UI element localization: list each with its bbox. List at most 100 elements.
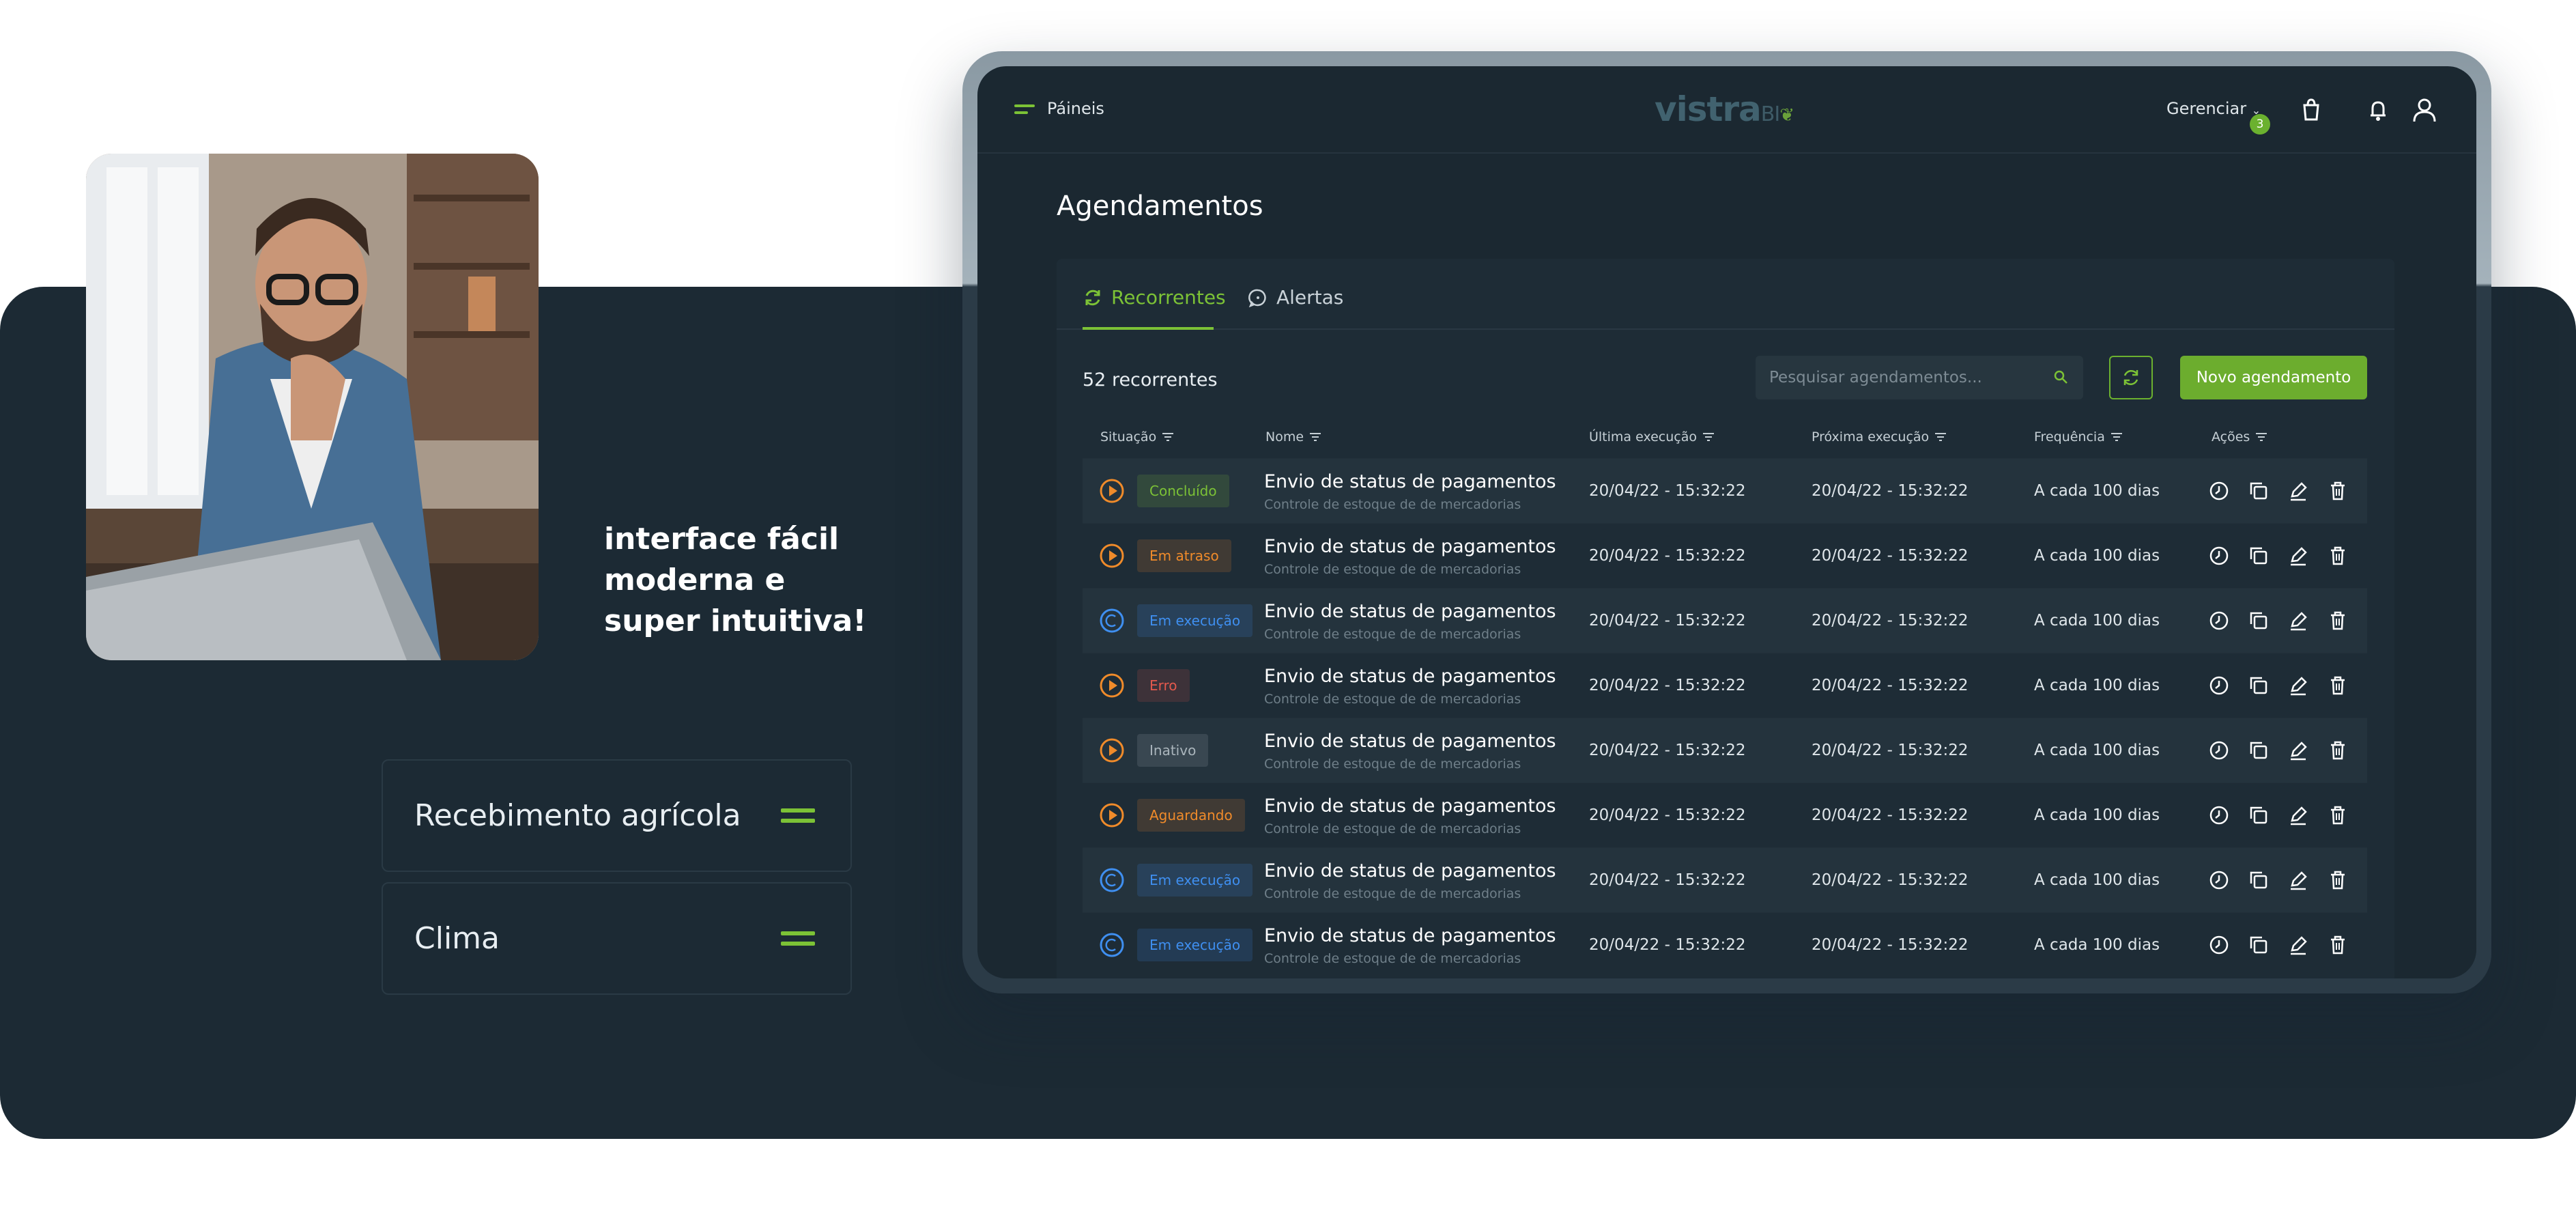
card-clima[interactable]: Clima	[382, 882, 852, 995]
filter-icon[interactable]	[2110, 432, 2123, 442]
edit-icon[interactable]	[2287, 933, 2310, 957]
copy-icon[interactable]	[2247, 609, 2270, 632]
edit-icon[interactable]	[2287, 544, 2310, 567]
table-row[interactable]: Em execução Envio de status de pagamentos…	[1083, 847, 2367, 912]
running-icon[interactable]	[1099, 608, 1125, 634]
bell-icon[interactable]	[2364, 96, 2392, 124]
history-icon[interactable]	[2207, 674, 2231, 697]
column-header[interactable]: Ações	[2212, 429, 2267, 444]
copy-icon[interactable]	[2247, 479, 2270, 503]
trash-icon[interactable]	[2326, 804, 2349, 827]
row-actions	[2207, 739, 2349, 762]
history-icon[interactable]	[2207, 544, 2231, 567]
search-input[interactable]	[1769, 369, 2042, 386]
history-icon[interactable]	[2207, 933, 2231, 957]
menu-label[interactable]: Páineis	[1047, 99, 1104, 118]
edit-icon[interactable]	[2287, 804, 2310, 827]
play-icon[interactable]	[1099, 543, 1125, 569]
logo-text: vistra	[1655, 89, 1762, 129]
next-execution: 20/04/22 - 15:32:22	[1812, 547, 1969, 565]
column-header-label: Situação	[1100, 429, 1157, 444]
refresh-button[interactable]	[2109, 356, 2153, 399]
table-row[interactable]: Inativo Envio de status de pagamentos Cont…	[1083, 718, 2367, 782]
trash-icon[interactable]	[2326, 674, 2349, 697]
leaf-icon: ❦	[1779, 105, 1794, 126]
tagline-line-1: interface fácil	[604, 522, 840, 556]
history-icon[interactable]	[2207, 739, 2231, 762]
copy-icon[interactable]	[2247, 674, 2270, 697]
trash-icon[interactable]	[2326, 479, 2349, 503]
table-row[interactable]: Erro Envio de status de pagamentos Control…	[1083, 653, 2367, 718]
new-schedule-button[interactable]: Novo agendamento	[2180, 356, 2367, 399]
schedule-description: Controle de estoque de de mercadorias	[1264, 951, 1521, 966]
filter-icon[interactable]	[1309, 432, 1321, 442]
search-box[interactable]	[1756, 356, 2083, 399]
edit-icon[interactable]	[2287, 609, 2310, 632]
column-header[interactable]: Situação	[1100, 429, 1174, 444]
row-actions	[2207, 933, 2349, 957]
column-header[interactable]: Nome	[1265, 429, 1321, 444]
column-header[interactable]: Última execução	[1589, 429, 1715, 444]
filter-icon[interactable]	[2255, 432, 2267, 442]
schedule-name: Envio de status de pagamentos	[1264, 536, 1556, 557]
trash-icon[interactable]	[2326, 739, 2349, 762]
table-row[interactable]: Em atraso Envio de status de pagamentos Co…	[1083, 523, 2367, 588]
table-row[interactable]: Em execução Envio de status de pagamentos…	[1083, 588, 2367, 653]
copy-icon[interactable]	[2247, 739, 2270, 762]
manage-dropdown[interactable]: Gerenciar ⌄	[2166, 99, 2261, 118]
next-execution: 20/04/22 - 15:32:22	[1812, 871, 1969, 889]
edit-icon[interactable]	[2287, 739, 2310, 762]
trash-icon[interactable]	[2326, 933, 2349, 957]
row-actions	[2207, 869, 2349, 892]
schedule-name: Envio de status de pagamentos	[1264, 925, 1556, 946]
column-header[interactable]: Próxima execução	[1812, 429, 1947, 444]
running-icon[interactable]	[1099, 932, 1125, 958]
play-icon[interactable]	[1099, 478, 1125, 504]
history-icon[interactable]	[2207, 479, 2231, 503]
filter-icon[interactable]	[1162, 432, 1174, 442]
column-header[interactable]: Frequência	[2034, 429, 2123, 444]
trash-icon[interactable]	[2326, 544, 2349, 567]
history-icon[interactable]	[2207, 869, 2231, 892]
row-actions	[2207, 674, 2349, 697]
search-icon[interactable]	[2053, 369, 2070, 386]
running-icon[interactable]	[1099, 867, 1125, 893]
table-row[interactable]: Aguardando Envio de status de pagamentos C…	[1083, 782, 2367, 847]
schedules-table: Concluído Envio de status de pagamentos Co…	[1083, 458, 2367, 977]
card-recebimento-agricola[interactable]: Recebimento agrícola	[382, 759, 852, 872]
menu-icon[interactable]	[1014, 104, 1035, 114]
copy-icon[interactable]	[2247, 544, 2270, 567]
filter-icon[interactable]	[1934, 432, 1947, 442]
play-icon[interactable]	[1099, 673, 1125, 698]
tab-alertas[interactable]: Alertas	[1248, 286, 1343, 309]
edit-icon[interactable]	[2287, 674, 2310, 697]
table-row[interactable]: Concluído Envio de status de pagamentos Co…	[1083, 458, 2367, 523]
refresh-icon	[2123, 369, 2138, 386]
copy-icon[interactable]	[2247, 933, 2270, 957]
frequency: A cada 100 dias	[2034, 742, 2160, 759]
marketing-banner: interface fácil moderna e super intuitiv…	[0, 0, 2576, 1214]
status-badge: Em atraso	[1137, 539, 1231, 572]
frequency: A cada 100 dias	[2034, 612, 2160, 630]
tab-recorrentes[interactable]: Recorrentes	[1083, 286, 1226, 309]
edit-icon[interactable]	[2287, 869, 2310, 892]
trash-icon[interactable]	[2326, 869, 2349, 892]
trash-icon[interactable]	[2326, 609, 2349, 632]
edit-icon[interactable]	[2287, 479, 2310, 503]
filter-icon[interactable]	[1702, 432, 1715, 442]
column-header-label: Próxima execução	[1812, 429, 1930, 444]
history-icon[interactable]	[2207, 804, 2231, 827]
shopping-bag-icon[interactable]	[2298, 96, 2325, 124]
play-icon[interactable]	[1099, 737, 1125, 763]
copy-icon[interactable]	[2247, 804, 2270, 827]
play-icon[interactable]	[1099, 802, 1125, 828]
copy-icon[interactable]	[2247, 869, 2270, 892]
status-badge: Em execução	[1137, 604, 1253, 637]
history-icon[interactable]	[2207, 609, 2231, 632]
last-execution: 20/04/22 - 15:32:22	[1589, 547, 1746, 565]
next-execution: 20/04/22 - 15:32:22	[1812, 612, 1969, 630]
user-icon[interactable]	[2411, 96, 2438, 124]
schedule-name: Envio de status de pagamentos	[1264, 666, 1556, 687]
frequency: A cada 100 dias	[2034, 482, 2160, 500]
table-row[interactable]: Em execução Envio de status de pagamentos…	[1083, 912, 2367, 977]
